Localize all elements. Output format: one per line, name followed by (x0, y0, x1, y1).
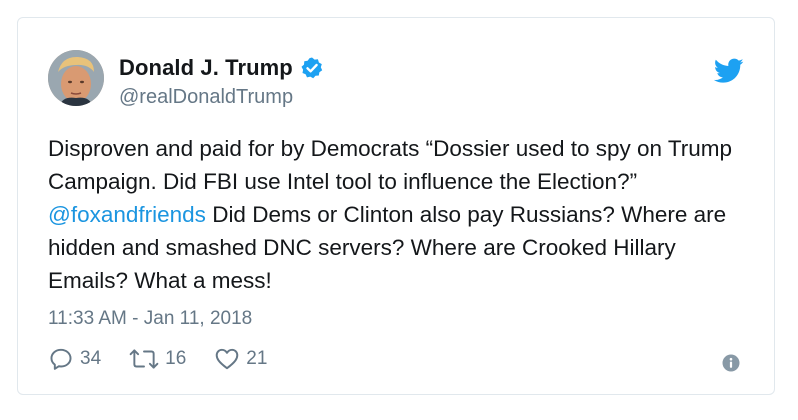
verified-badge-icon (300, 56, 324, 80)
tweet-text-part: Disproven and paid for by Democrats “Dos… (48, 136, 733, 194)
avatar-image (48, 50, 104, 106)
twitter-bird-icon[interactable] (713, 58, 744, 84)
tweet-timestamp[interactable]: 11:33 AM - Jan 11, 2018 (48, 308, 252, 330)
display-name[interactable]: Donald J. Trump (119, 55, 293, 81)
info-icon[interactable] (722, 354, 740, 372)
tweet-text: Disproven and paid for by Democrats “Dos… (48, 132, 758, 297)
reply-icon (50, 348, 72, 370)
retweet-icon (129, 349, 159, 369)
user-handle[interactable]: @realDonaldTrump (119, 86, 324, 109)
mention-link[interactable]: @foxandfriends (48, 202, 206, 227)
like-count: 21 (246, 348, 268, 369)
retweet-count: 16 (165, 348, 187, 369)
tweet-actions: 34 16 21 (48, 346, 295, 372)
tweet-card[interactable]: Donald J. Trump @realDonaldTrump Disprov… (17, 17, 775, 395)
heart-icon (216, 348, 239, 370)
like-button[interactable]: 21 (214, 346, 267, 372)
avatar[interactable] (48, 50, 104, 106)
retweet-button[interactable]: 16 (129, 346, 186, 372)
reply-button[interactable]: 34 (48, 346, 101, 372)
reply-count: 34 (80, 348, 102, 369)
author-block[interactable]: Donald J. Trump @realDonaldTrump (119, 54, 324, 109)
